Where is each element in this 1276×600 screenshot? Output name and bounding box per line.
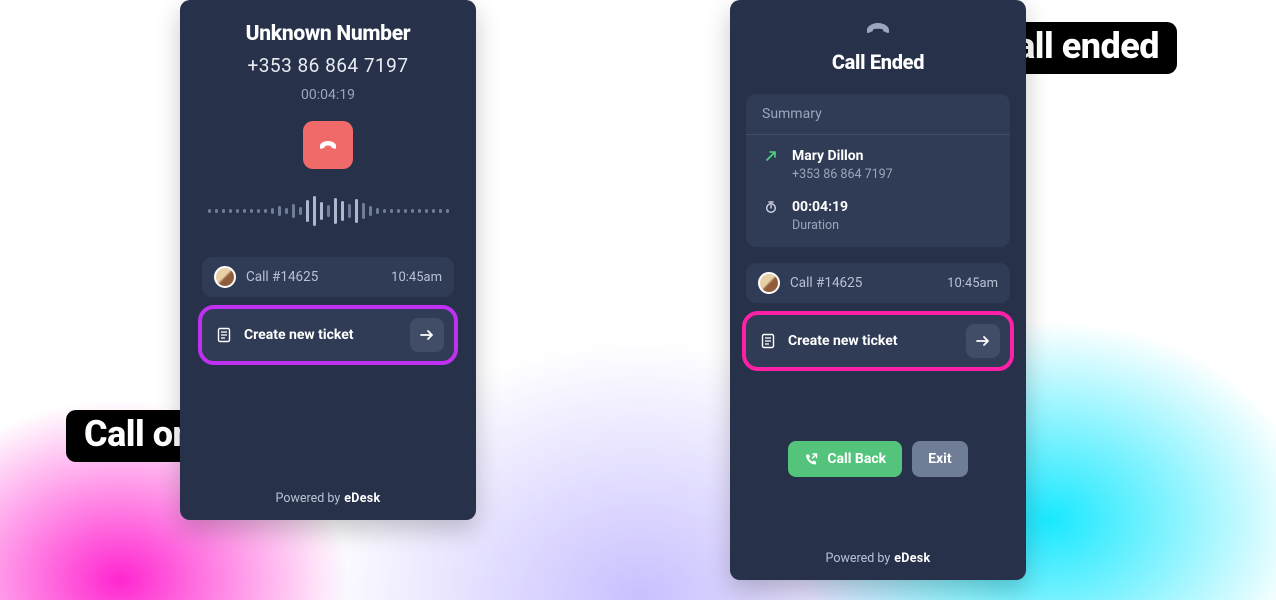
create-ticket-label: Create new ticket xyxy=(244,327,398,343)
stopwatch-icon xyxy=(762,200,780,214)
create-ticket-label: Create new ticket xyxy=(788,333,954,349)
action-buttons: Call Back Exit xyxy=(788,441,967,477)
caller-avatar xyxy=(758,272,780,294)
summary-caller-name: Mary Dillon xyxy=(792,147,893,165)
summary-caller-number: +353 86 864 7197 xyxy=(792,167,893,182)
arrow-right-icon xyxy=(418,326,436,344)
summary-caller-row: Mary Dillon +353 86 864 7197 xyxy=(746,135,1010,186)
ticket-time: 10:45am xyxy=(391,270,442,285)
footer: Powered by eDesk xyxy=(730,551,1026,566)
caller-name: Unknown Number xyxy=(246,22,411,46)
footer: Powered by eDesk xyxy=(180,491,476,506)
document-icon xyxy=(216,327,232,343)
caller-number: +353 86 864 7197 xyxy=(247,54,408,77)
caller-avatar xyxy=(214,266,236,288)
footer-prefix: Powered by xyxy=(276,491,341,506)
footer-brand: eDesk xyxy=(344,491,380,506)
ticket-id-label: Call #14625 xyxy=(790,275,937,291)
summary-duration-row: 00:04:19 Duration xyxy=(746,186,1010,247)
create-ticket-arrow[interactable] xyxy=(410,318,444,352)
call-panel-ongoing: Unknown Number +353 86 864 7197 00:04:19… xyxy=(180,0,476,520)
phone-hangup-icon xyxy=(316,133,340,157)
outgoing-arrow-icon xyxy=(762,149,780,163)
call-ended-title: Call Ended xyxy=(832,50,924,74)
call-ended-icon xyxy=(864,18,892,42)
exit-label: Exit xyxy=(928,451,951,467)
audio-waveform xyxy=(198,191,458,231)
summary-duration-value: 00:04:19 xyxy=(792,198,848,216)
call-panel-ended: Call Ended Summary Mary Dillon +353 86 8… xyxy=(730,0,1026,580)
call-back-button[interactable]: Call Back xyxy=(788,441,902,477)
call-duration: 00:04:19 xyxy=(301,87,355,103)
ticket-id-label: Call #14625 xyxy=(246,269,381,285)
ticket-time: 10:45am xyxy=(947,276,998,291)
create-ticket-button[interactable]: Create new ticket xyxy=(746,315,1010,367)
footer-prefix: Powered by xyxy=(826,551,891,566)
recent-ticket-card[interactable]: Call #14625 10:45am xyxy=(202,257,454,297)
summary-card: Summary Mary Dillon +353 86 864 7197 00:… xyxy=(746,94,1010,247)
phone-callback-icon xyxy=(804,452,819,467)
arrow-right-icon xyxy=(974,332,992,350)
document-icon xyxy=(760,333,776,349)
hangup-button[interactable] xyxy=(303,121,353,169)
summary-duration-label: Duration xyxy=(792,218,848,233)
exit-button[interactable]: Exit xyxy=(912,441,967,477)
call-back-label: Call Back xyxy=(827,451,886,467)
recent-ticket-card[interactable]: Call #14625 10:45am xyxy=(746,263,1010,303)
summary-header: Summary xyxy=(746,94,1010,135)
create-ticket-button[interactable]: Create new ticket xyxy=(202,309,454,361)
footer-brand: eDesk xyxy=(894,551,930,566)
create-ticket-arrow[interactable] xyxy=(966,324,1000,358)
